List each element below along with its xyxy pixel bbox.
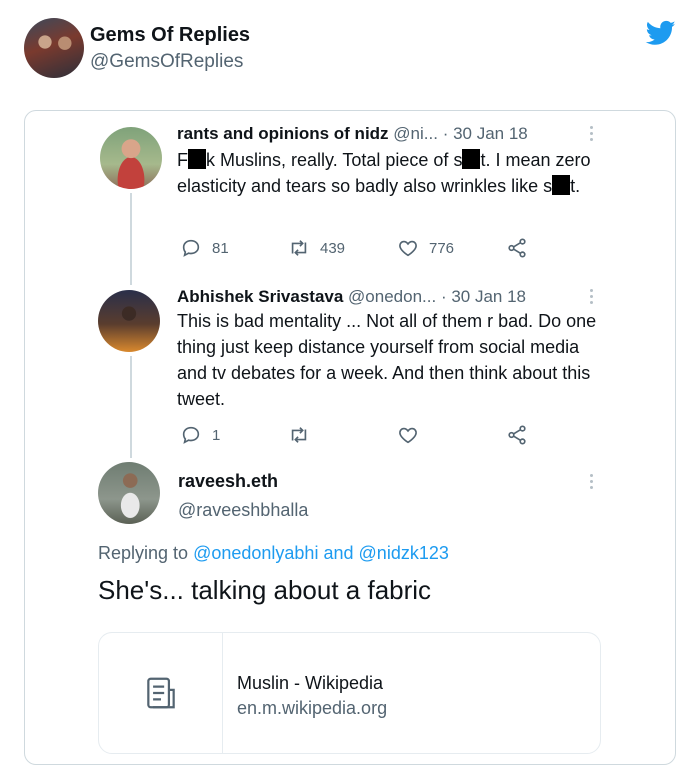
reply-count: 1 — [212, 426, 221, 444]
tweet-text-part: t. — [570, 176, 581, 196]
share-button[interactable] — [506, 237, 528, 259]
retweet-button[interactable] — [288, 424, 310, 446]
reply-count: 81 — [212, 239, 229, 257]
censor-box — [462, 149, 481, 169]
avatar[interactable] — [24, 18, 84, 78]
tweet-date[interactable]: · 30 Jan 18 — [443, 124, 528, 143]
replying-and: and — [323, 543, 354, 563]
author-name[interactable]: Abhishek Srivastava — [177, 287, 343, 306]
tweet-date[interactable]: · 30 Jan 18 — [441, 287, 526, 306]
link-preview-card[interactable]: Muslin - Wikipedia en.m.wikipedia.org — [98, 632, 601, 754]
censor-box — [552, 175, 571, 195]
share-button[interactable] — [506, 424, 528, 446]
share-icon — [508, 425, 526, 445]
reply-text: She's... talking about a fabric — [98, 575, 432, 605]
reply-icon — [182, 426, 200, 444]
author-name[interactable]: raveesh.eth — [178, 471, 278, 492]
like-button[interactable]: 776 — [397, 237, 454, 259]
author-handle[interactable]: @onedon... — [348, 287, 436, 306]
author-handle[interactable]: @ni... — [393, 124, 438, 143]
tweet-text-part: F — [177, 150, 188, 170]
retweet-button[interactable]: 439 — [288, 237, 345, 259]
censor-box — [188, 149, 206, 169]
reply-button[interactable]: 1 — [180, 424, 220, 446]
tweet-header: rants and opinions of nidz @ni... · 30 J… — [177, 124, 528, 144]
tweet-text-part: k Muslins, really. Total piece of s — [206, 150, 463, 170]
author-handle[interactable]: @raveeshbhalla — [178, 500, 308, 521]
author-name[interactable]: rants and opinions of nidz — [177, 124, 389, 143]
document-icon — [146, 677, 175, 709]
link-title[interactable]: Muslin - Wikipedia — [237, 673, 383, 694]
avatar[interactable] — [100, 127, 162, 189]
mention-link[interactable]: @onedonlyabhi — [193, 543, 318, 563]
thread-line — [130, 193, 132, 285]
reply-icon — [182, 239, 200, 257]
heart-icon — [399, 240, 417, 257]
share-icon — [508, 238, 526, 258]
retweet-count: 439 — [320, 239, 346, 257]
avatar[interactable] — [98, 462, 160, 524]
twitter-bird-icon[interactable] — [644, 18, 678, 48]
more-options-icon[interactable] — [590, 474, 594, 490]
like-button[interactable] — [397, 424, 419, 446]
link-icon-pane — [99, 633, 223, 753]
avatar[interactable] — [98, 290, 160, 352]
more-options-icon[interactable] — [590, 289, 594, 305]
tweet-text: Fk Muslins, really. Total piece of s t. I… — [177, 147, 597, 199]
account-handle[interactable]: @GemsOfReplies — [90, 51, 243, 73]
reply-button[interactable]: 81 — [180, 237, 229, 259]
heart-icon — [399, 427, 417, 444]
retweet-icon — [291, 240, 307, 256]
mention-link[interactable]: @nidzk123 — [359, 543, 449, 563]
more-options-icon[interactable] — [590, 126, 594, 142]
retweet-icon — [291, 427, 307, 443]
replying-to: Replying to @onedonlyabhi and @nidzk123 — [98, 543, 449, 564]
thread-line — [130, 356, 132, 458]
tweet-text: This is bad mentality ... Not all of the… — [177, 311, 597, 409]
replying-label: Replying to — [98, 543, 189, 563]
like-count: 776 — [429, 239, 455, 257]
account-name[interactable]: Gems Of Replies — [90, 24, 250, 47]
link-domain: en.m.wikipedia.org — [237, 698, 388, 718]
tweet-header: Abhishek Srivastava @onedon... · 30 Jan … — [177, 287, 526, 307]
